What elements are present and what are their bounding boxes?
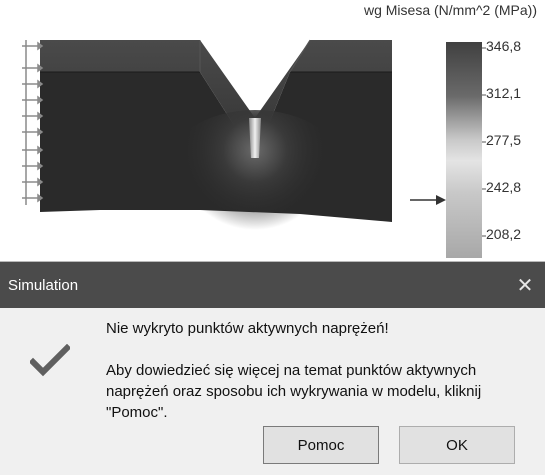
- ok-button[interactable]: OK: [399, 426, 515, 464]
- scale-label: 277,5: [486, 132, 522, 148]
- dialog-title: Simulation: [8, 276, 79, 294]
- stress-color-scale: [446, 42, 482, 258]
- dialog-titlebar[interactable]: Simulation ✕: [0, 262, 545, 308]
- close-icon[interactable]: ✕: [505, 262, 545, 308]
- fixture-arrows: [22, 40, 44, 205]
- stress-model-view: [22, 39, 486, 258]
- scale-label: 242,8: [486, 179, 522, 195]
- help-button[interactable]: Pomoc: [263, 426, 379, 464]
- stress-plot-viewport: wg Misesa (N/mm^2 (MPa)) 346,8 312,1 277…: [0, 0, 545, 262]
- message-headline: Nie wykryto punktów aktywnych naprężeń!: [106, 320, 389, 337]
- scale-label: 312,1: [486, 85, 522, 101]
- yield-arrow-icon: [410, 195, 446, 205]
- checkmark-icon: [30, 344, 70, 377]
- scale-label-max: 346,8: [486, 38, 522, 54]
- message-body: Aby dowiedzieć się więcej na temat punkt…: [106, 362, 482, 421]
- notch-stress-concentration: [249, 118, 261, 158]
- scale-label-min: 208,2: [486, 226, 522, 242]
- dialog-message: Nie wykryto punktów aktywnych naprężeń! …: [106, 318, 526, 423]
- legend-title: wg Misesa (N/mm^2 (MPa)): [363, 2, 537, 18]
- simulation-dialog: Simulation ✕ Nie wykryto punktów aktywny…: [0, 262, 545, 475]
